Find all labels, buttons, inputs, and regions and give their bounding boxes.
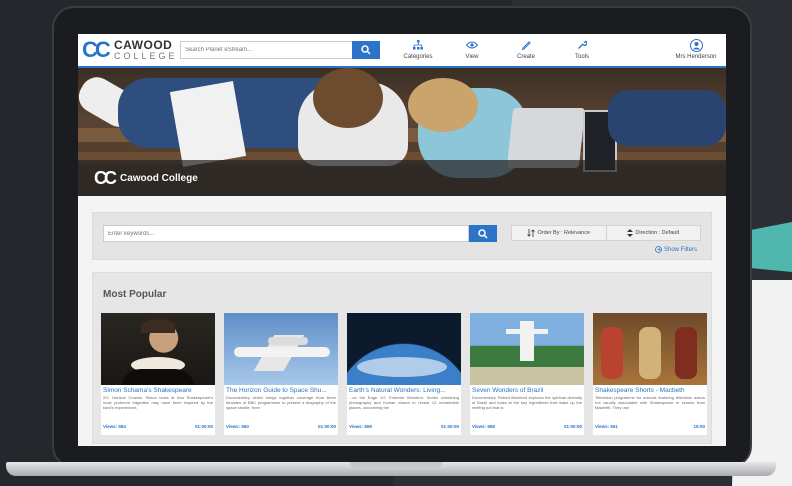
sort-direction-icon <box>627 229 634 237</box>
section-heading: Most Popular <box>103 289 167 300</box>
media-duration: 01:00:00 <box>563 424 582 429</box>
user-menu[interactable]: Mrs Henderson <box>672 38 720 60</box>
media-views: Views: 651 <box>595 424 618 429</box>
search-icon <box>361 45 371 55</box>
search-icon <box>478 228 488 239</box>
logo-mark: CC <box>82 37 111 62</box>
media-description: 2/2. Horizon Crowns. Simon looks at how … <box>103 395 213 410</box>
eye-icon <box>466 41 478 49</box>
direction-dropdown[interactable]: Direction : Default <box>607 226 701 240</box>
nav-create[interactable]: Create <box>502 38 550 60</box>
nav-create-label: Create <box>516 54 535 60</box>
logo-subtitle: COLLEGE <box>114 51 178 61</box>
media-description: Documentary which brings together covera… <box>226 395 336 410</box>
pencil-icon <box>521 41 531 50</box>
media-card[interactable]: Shakespeare Shorts - Macbeth Television … <box>593 313 707 435</box>
header-search <box>180 41 380 59</box>
direction-label: Direction : Default <box>635 230 680 236</box>
media-views: Views: 658 <box>472 424 495 429</box>
media-card[interactable]: The Horizon Guide to Space Shu... Docume… <box>224 313 338 435</box>
media-views: Views: 584 <box>103 424 126 429</box>
show-filters-label: Show Filters <box>664 246 698 253</box>
site-header: CC CAWOOD COLLEGE Categories View Create <box>78 34 726 68</box>
popular-cards: Simon Schama's Shakespeare 2/2. Horizon … <box>101 313 707 435</box>
media-duration: 01:00:00 <box>317 424 336 429</box>
media-description: Television programme for schools featuri… <box>595 395 705 410</box>
hero-brand: CC Cawood College <box>94 168 198 189</box>
sort-controls: Order By : Relevance Direction : Default <box>511 225 701 241</box>
nav-categories-label: Categories <box>403 54 433 60</box>
nav-categories[interactable]: Categories <box>394 38 442 60</box>
media-description: Documentary. Robert Beckford explores th… <box>472 395 582 410</box>
site-logo[interactable]: CC CAWOOD COLLEGE <box>82 38 178 62</box>
show-filters-link[interactable]: Show Filters <box>655 246 697 253</box>
order-by-label: Order By : Relevance <box>537 230 591 236</box>
user-avatar-icon <box>689 38 703 52</box>
header-search-input[interactable] <box>180 41 352 59</box>
keyword-search-input[interactable] <box>103 225 469 242</box>
media-duration: 01:00:00 <box>194 424 213 429</box>
keyword-search-button[interactable] <box>469 225 497 242</box>
media-thumbnail[interactable] <box>101 313 215 385</box>
most-popular-section: Most Popular Simon Schama's Shakespeare … <box>92 272 712 444</box>
media-title[interactable]: Simon Schama's Shakespeare <box>101 385 215 394</box>
nav-view[interactable]: View <box>448 38 496 60</box>
browser-screen: CC CAWOOD COLLEGE Categories View Create <box>78 34 726 446</box>
media-card[interactable]: Seven Wonders of Brazil Documentary. Rob… <box>470 313 584 435</box>
nav-view-label: View <box>465 54 479 60</box>
media-title[interactable]: The Horizon Guide to Space Shu... <box>224 385 338 394</box>
logo-name: CAWOOD <box>114 38 173 52</box>
wrench-icon <box>578 40 587 49</box>
media-card[interactable]: Simon Schama's Shakespeare 2/2. Horizon … <box>101 313 215 435</box>
hero-logo-mark: CC <box>94 168 117 188</box>
hero-title: Cawood College <box>120 173 198 184</box>
media-description: ...on the Edge 1/2. Extreme Wonders: Ser… <box>349 395 459 410</box>
sort-icon <box>527 229 536 237</box>
sitemap-icon <box>413 40 423 50</box>
order-by-dropdown[interactable]: Order By : Relevance <box>512 226 607 240</box>
media-thumbnail[interactable] <box>470 313 584 385</box>
media-thumbnail[interactable] <box>224 313 338 385</box>
circle-arrow-icon <box>655 246 662 253</box>
media-thumbnail[interactable] <box>347 313 461 385</box>
media-duration: 15:00 <box>693 424 705 429</box>
media-card[interactable]: Earth's Natural Wonders: Living... ...on… <box>347 313 461 435</box>
media-views: Views: 660 <box>226 424 249 429</box>
media-title[interactable]: Shakespeare Shorts - Macbeth <box>593 385 707 394</box>
header-search-button[interactable] <box>352 41 380 59</box>
nav-tools-label: Tools <box>574 54 589 60</box>
media-duration: 01:00:00 <box>440 424 459 429</box>
media-views: Views: 659 <box>349 424 372 429</box>
media-title[interactable]: Seven Wonders of Brazil <box>470 385 584 394</box>
media-thumbnail[interactable] <box>593 313 707 385</box>
laptop-notch <box>350 462 442 468</box>
hero-banner: CC Cawood College <box>78 68 726 196</box>
nav-tools[interactable]: Tools <box>558 38 606 60</box>
media-title[interactable]: Earth's Natural Wonders: Living... <box>347 385 461 394</box>
user-name: Mrs Henderson <box>675 54 717 60</box>
search-filter-panel: Order By : Relevance Direction : Default… <box>92 212 712 260</box>
